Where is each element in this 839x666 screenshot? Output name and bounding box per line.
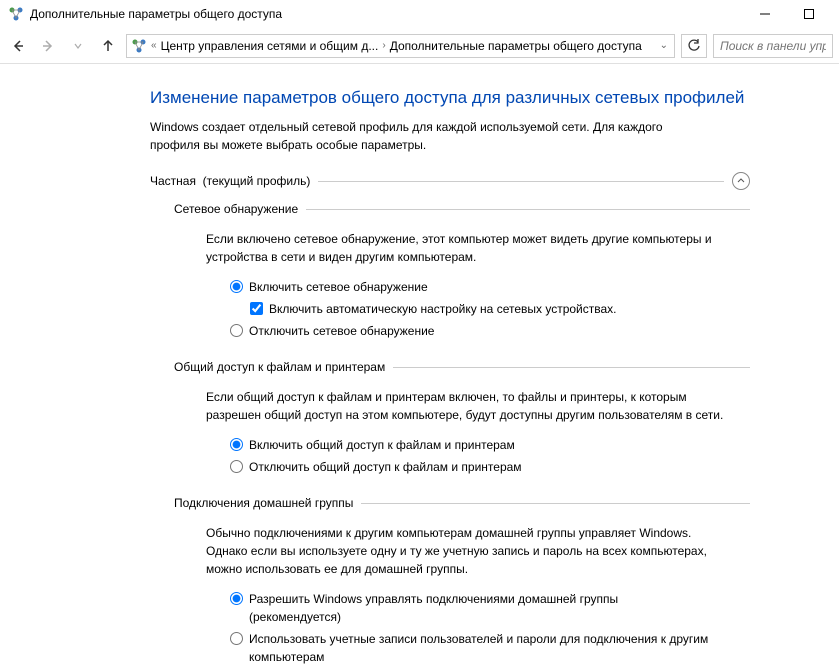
collapse-button[interactable] [732, 172, 750, 190]
discovery-options: Включить сетевое обнаружение Включить ав… [230, 278, 839, 340]
section-header: Сетевое обнаружение [174, 202, 750, 216]
search-box[interactable] [713, 34, 833, 58]
checkbox-label[interactable]: Включить автоматическую настройку на сет… [269, 300, 617, 318]
divider [393, 367, 750, 368]
minimize-button[interactable] [743, 0, 787, 28]
profile-name: Частная (текущий профиль) [150, 174, 310, 188]
window-controls [743, 0, 831, 28]
divider [318, 181, 724, 182]
section-description: Если включено сетевое обнаружение, этот … [206, 230, 726, 266]
search-input[interactable] [720, 39, 826, 53]
section-description: Если общий доступ к файлам и принтерам в… [206, 388, 726, 424]
page-heading: Изменение параметров общего доступа для … [150, 88, 839, 108]
profile-header: Частная (текущий профиль) [150, 172, 750, 190]
option-row: Разрешить Windows управлять подключениям… [230, 590, 839, 626]
option-row: Использовать учетные записи пользователе… [230, 630, 839, 666]
radio-fileshare-off[interactable] [230, 460, 243, 473]
radio-label[interactable]: Разрешить Windows управлять подключениям… [249, 590, 709, 626]
divider [306, 209, 750, 210]
section-title: Общий доступ к файлам и принтерам [174, 360, 385, 374]
section-fileshare: Общий доступ к файлам и принтерам Если о… [174, 360, 839, 476]
radio-label[interactable]: Отключить сетевое обнаружение [249, 322, 434, 340]
up-button[interactable] [96, 34, 120, 58]
section-header: Подключения домашней группы [174, 496, 750, 510]
radio-discovery-off[interactable] [230, 324, 243, 337]
chevron-left-icon: « [151, 40, 157, 51]
option-row: Отключить сетевое обнаружение [230, 322, 839, 340]
window-title: Дополнительные параметры общего доступа [30, 7, 743, 21]
chevron-right-icon: › [382, 40, 385, 51]
recent-dropdown[interactable] [66, 34, 90, 58]
network-icon [8, 6, 24, 22]
radio-discovery-on[interactable] [230, 280, 243, 293]
page-subtext: Windows создает отдельный сетевой профил… [150, 118, 710, 154]
section-discovery: Сетевое обнаружение Если включено сетево… [174, 202, 839, 340]
maximize-button[interactable] [787, 0, 831, 28]
radio-homegroup-windows[interactable] [230, 592, 243, 605]
titlebar: Дополнительные параметры общего доступа [0, 0, 839, 28]
network-icon [131, 38, 147, 54]
forward-button[interactable] [36, 34, 60, 58]
back-button[interactable] [6, 34, 30, 58]
checkbox-auto-setup[interactable] [250, 302, 263, 315]
radio-label[interactable]: Отключить общий доступ к файлам и принте… [249, 458, 522, 476]
refresh-button[interactable] [681, 34, 707, 58]
option-row: Отключить общий доступ к файлам и принте… [230, 458, 839, 476]
option-row: Включить общий доступ к файлам и принтер… [230, 436, 839, 454]
homegroup-options: Разрешить Windows управлять подключениям… [230, 590, 839, 666]
section-description: Обычно подключениями к другим компьютера… [206, 524, 726, 578]
section-homegroup: Подключения домашней группы Обычно подкл… [174, 496, 839, 666]
section-title: Сетевое обнаружение [174, 202, 298, 216]
breadcrumb-item[interactable]: Дополнительные параметры общего доступа [390, 39, 642, 53]
radio-label[interactable]: Включить общий доступ к файлам и принтер… [249, 436, 515, 454]
radio-fileshare-on[interactable] [230, 438, 243, 451]
breadcrumb[interactable]: « Центр управления сетями и общим д... ›… [126, 34, 675, 58]
content-area: Изменение параметров общего доступа для … [0, 64, 839, 666]
option-row: Включить автоматическую настройку на сет… [250, 300, 839, 318]
divider [361, 503, 750, 504]
chevron-down-icon[interactable]: ⌄ [660, 40, 668, 51]
radio-label[interactable]: Использовать учетные записи пользователе… [249, 630, 709, 666]
fileshare-options: Включить общий доступ к файлам и принтер… [230, 436, 839, 476]
radio-homegroup-user[interactable] [230, 632, 243, 645]
option-row: Включить сетевое обнаружение [230, 278, 839, 296]
navbar: « Центр управления сетями и общим д... ›… [0, 28, 839, 64]
breadcrumb-item[interactable]: Центр управления сетями и общим д... [161, 39, 379, 53]
section-header: Общий доступ к файлам и принтерам [174, 360, 750, 374]
section-title: Подключения домашней группы [174, 496, 353, 510]
radio-label[interactable]: Включить сетевое обнаружение [249, 278, 428, 296]
